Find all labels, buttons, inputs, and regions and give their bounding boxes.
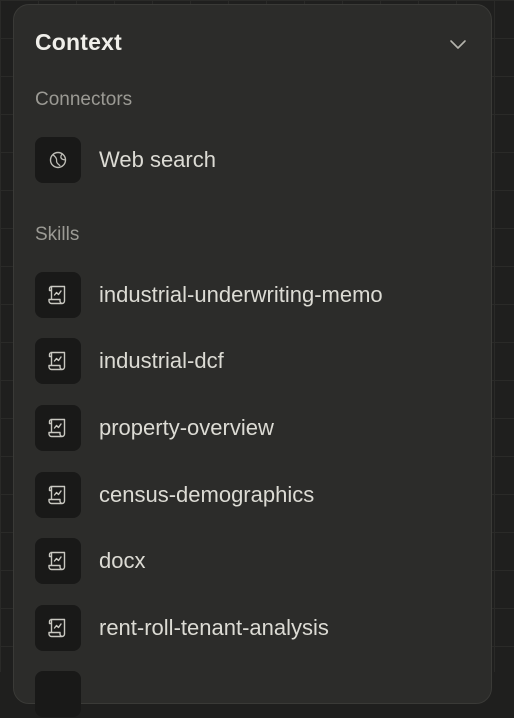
- skill-item-label: docx: [99, 548, 145, 574]
- chevron-down-icon: [448, 34, 468, 54]
- skill-item-rent-roll-tenant-analysis[interactable]: rent-roll-tenant-analysis: [35, 604, 475, 652]
- section-label-connectors: Connectors: [35, 89, 132, 111]
- section-label-skills: Skills: [35, 224, 79, 246]
- scroll-icon: [35, 472, 81, 518]
- scroll-icon: [35, 538, 81, 584]
- skill-item-partial[interactable]: [35, 670, 475, 718]
- skill-item-label: rent-roll-tenant-analysis: [99, 615, 329, 641]
- skill-item-label: property-overview: [99, 415, 274, 441]
- connector-item-label: Web search: [99, 147, 216, 173]
- scroll-icon: [35, 605, 81, 651]
- panel-header[interactable]: Context: [14, 5, 491, 81]
- scroll-icon: [35, 338, 81, 384]
- skill-item-label: census-demographics: [99, 482, 314, 508]
- skill-item-docx[interactable]: docx: [35, 537, 475, 585]
- skill-item-label: industrial-underwriting-memo: [99, 282, 383, 308]
- skill-item-industrial-dcf[interactable]: industrial-dcf: [35, 337, 475, 385]
- collapse-button[interactable]: [445, 31, 471, 57]
- skill-item-property-overview[interactable]: property-overview: [35, 404, 475, 452]
- scroll-icon: [35, 671, 81, 717]
- skill-item-industrial-underwriting-memo[interactable]: industrial-underwriting-memo: [35, 271, 475, 319]
- connector-item-web-search[interactable]: Web search: [35, 136, 475, 184]
- scroll-icon: [35, 405, 81, 451]
- context-panel: Context Connectors Web search Skills ind…: [13, 4, 492, 704]
- scroll-icon: [35, 272, 81, 318]
- globe-icon: [35, 137, 81, 183]
- skill-item-census-demographics[interactable]: census-demographics: [35, 471, 475, 519]
- skill-item-label: industrial-dcf: [99, 348, 224, 374]
- panel-title: Context: [35, 29, 122, 56]
